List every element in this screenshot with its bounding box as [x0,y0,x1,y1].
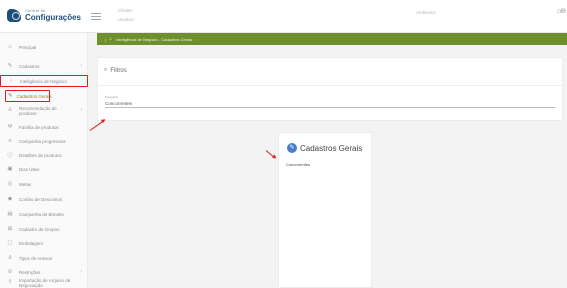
package-icon: ▢ [7,240,13,246]
clip-icon: ∂ [8,255,12,261]
user-label: Usuário: [118,17,135,22]
card-item-concorrentes[interactable]: Concorrentes [286,162,310,167]
family-icon: Ψ [7,124,13,130]
sidebar-item-label: Cadastros [19,63,40,69]
info-icon: ⓘ [7,153,13,159]
sidebar-item-label: Embalagem [19,240,44,246]
chevron-right-icon: › [80,107,82,114]
search-input[interactable]: Concorrentes [105,101,132,106]
group-icon: ⊞ [7,226,13,232]
sidebar: ⌂ Principal ✎ Cadastros › ♀ Inteligência… [0,33,88,288]
search-field-label: Pesquisar [105,95,119,99]
sidebar-item-label: Dias Úteis [19,166,40,172]
client-label: Cliente: [118,8,134,13]
sidebar-item-tipos-de-anexos[interactable]: ∂ Tipos de Anexos [0,252,88,264]
sidebar-item-dias-uteis[interactable]: ▣ Dias Úteis [0,163,88,175]
environment-label: Ambiente: [416,10,437,15]
sidebar-item-label: Metas [19,181,32,187]
sidebar-item-inteligencia-de-negocio[interactable]: ♀ Inteligência de Negócio [0,75,88,87]
home-icon[interactable]: ⌂ [109,36,112,42]
sidebar-item-label: Recomendação de produtos [19,105,57,117]
search-icon: ⌕ [104,67,108,73]
edit-icon: ✎ [7,63,13,69]
import-icon: ⇪ [7,279,13,286]
header-actions-icon[interactable]: ⌂⊖ [557,7,566,15]
breadcrumb-separator: | [105,36,107,42]
sidebar-item-label: Campanha de Brindes [19,211,64,217]
edit-icon: ✎ [287,143,297,153]
sidebar-item-label: Importação de Arquivo de Negociação [19,277,71,288]
sidebar-item-label: Inteligência de Negócio [20,78,67,84]
cadastros-gerais-card: ✎ Cadastros Gerais Concorrentes [278,132,372,288]
filters-panel: ⌕ Filtros Pesquisar Concorrentes [97,57,563,121]
steps-icon: ≡ [8,138,12,144]
sidebar-item-recomendacao-de-produtos[interactable]: ♙ Recomendação de produtos › [0,104,88,118]
sidebar-item-label: Campanha progressiva [19,138,66,144]
sidebar-item-detalhes-de-produtos[interactable]: ⓘ Detalhes de produtos [0,149,88,161]
annotation-arrow-icon [265,150,276,159]
bulb-icon: ♀ [8,78,14,84]
breadcrumb: | ⌂ Inteligência de Negócio - Cadastros … [97,33,567,45]
search-input-underline [105,107,555,108]
restrict-icon: ⊘ [7,269,13,275]
filters-header[interactable]: ⌕ Filtros [104,67,127,74]
sidebar-item-metas[interactable]: ◎ Metas [0,178,88,190]
sidebar-item-embalagem[interactable]: ▢ Embalagem [0,237,88,249]
breadcrumb-path: Inteligência de Negócio - Cadastros Gera… [116,36,193,42]
logo-title: Configurações [25,13,82,22]
sidebar-item-label: Cadastro de Grupos [19,226,60,232]
divider [98,85,562,86]
logo-badge-icon [7,9,21,22]
sidebar-item-cadastros-gerais[interactable]: ✎ Cadastros Gerais [5,90,52,102]
chevron-right-icon: › [80,269,82,275]
calendar-icon: ▣ [7,166,13,172]
annotation-arrow-icon [89,119,106,132]
sidebar-item-label: Família de produtos [19,124,59,130]
sidebar-item-label: Combo de Descontos [19,196,63,202]
tags-icon: ◆ [7,196,13,202]
home-icon: ⌂ [8,44,12,50]
edit-icon: ✎ [8,93,13,99]
bag-icon: ♙ [7,107,13,114]
session-info: Cliente: Usuário: [118,6,135,24]
top-bar: Central de Configurações Cliente: Usuári… [0,0,567,33]
sidebar-item-label: Detalhes de produtos [19,152,62,158]
sidebar-item-importacao-de-arquivo[interactable]: ⇪ Importação de Arquivo de Negociação [0,276,88,288]
sidebar-item-cadastro-de-grupos[interactable]: ⊞ Cadastro de Grupos [0,223,88,235]
chevron-right-icon: › [80,63,82,69]
target-icon: ◎ [7,181,13,187]
filters-title: Filtros [110,67,127,74]
sidebar-item-label: Cadastros Gerais [16,93,52,99]
sidebar-item-familia-de-produtos[interactable]: Ψ Família de produtos [0,121,88,133]
sidebar-item-label: Restrições [19,269,41,275]
sidebar-item-campanha-progressiva[interactable]: ≡ Campanha progressiva [0,135,88,147]
sidebar-item-principal[interactable]: ⌂ Principal [0,41,88,53]
sidebar-item-cadastros[interactable]: ✎ Cadastros › [0,60,88,72]
card-title: Cadastros Gerais [300,144,363,153]
sidebar-item-campanha-de-brindes[interactable]: ▤ Campanha de Brindes [0,208,88,220]
sidebar-item-label: Principal [19,44,37,50]
sidebar-item-label: Tipos de Anexos [19,255,53,261]
app-logo[interactable]: Central de Configurações [7,7,87,27]
sidebar-item-combo-de-descontos[interactable]: ◆ Combo de Descontos [0,193,88,205]
menu-toggle-icon[interactable] [91,13,101,20]
gift-icon: ▤ [7,211,13,217]
